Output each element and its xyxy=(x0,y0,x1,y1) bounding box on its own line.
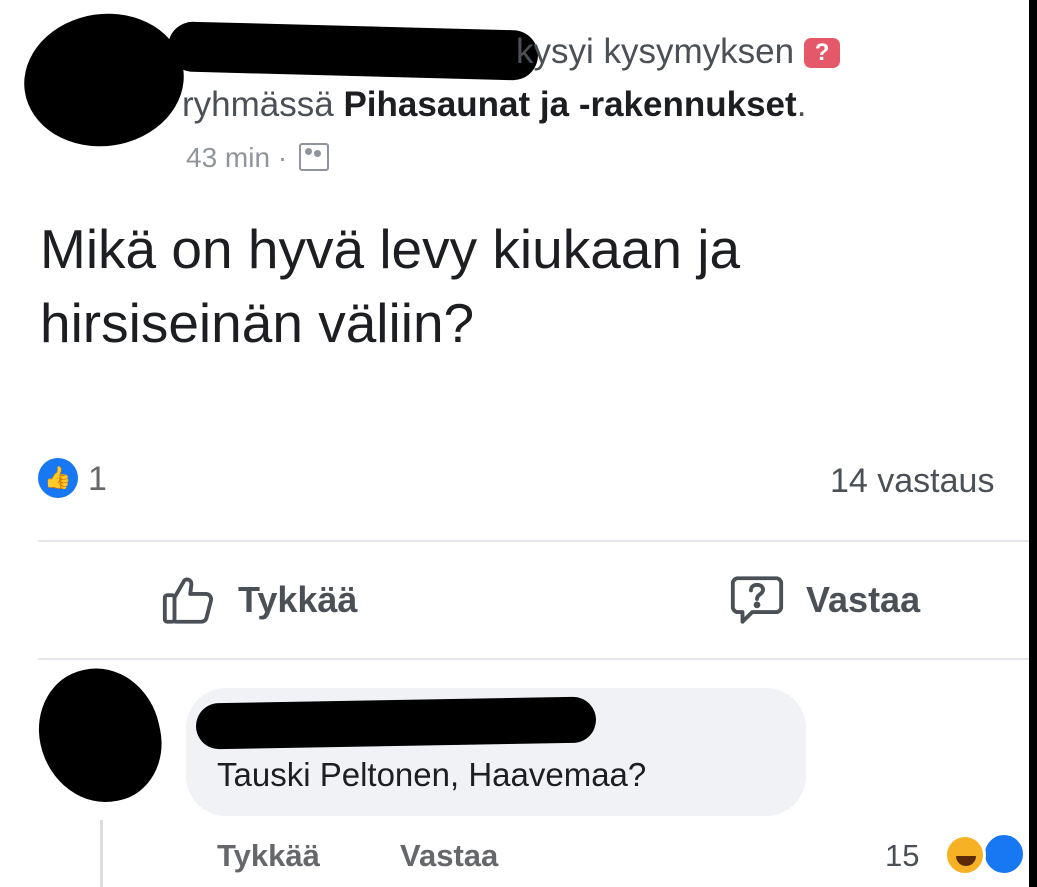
haha-icon[interactable] xyxy=(944,834,986,876)
thread-line xyxy=(100,820,103,887)
post-timestamp[interactable]: 43 min xyxy=(186,142,270,173)
group-prefix: ryhmässä xyxy=(182,85,334,124)
like-button[interactable]: Tykkää xyxy=(160,570,357,630)
like-count[interactable]: 1 xyxy=(88,460,107,499)
redacted-commenter-name xyxy=(195,696,597,750)
asked-question-text: kysyi kysymyksen xyxy=(516,32,795,71)
meta-separator: · xyxy=(277,142,288,173)
like-button-label: Tykkää xyxy=(238,579,358,620)
post-meta: 43 min · xyxy=(186,142,329,174)
comment-text: Tauski Peltonen, Haavemaa? xyxy=(217,756,647,793)
like-icon[interactable] xyxy=(982,832,1026,876)
question-post-card: kysyi kysymyksen? ryhmässä Pihasaunat ja… xyxy=(0,0,1029,887)
post-header-action: kysyi kysymyksen? xyxy=(516,32,841,72)
comment-like-button[interactable]: Tykkää xyxy=(217,838,320,874)
redacted-author-name xyxy=(167,21,539,81)
group-suffix: . xyxy=(796,85,807,124)
answer-button[interactable]: Vastaa xyxy=(728,570,920,630)
answer-button-label: Vastaa xyxy=(806,579,921,620)
answers-count[interactable]: 14 vastaus xyxy=(830,462,994,501)
comment-reply-button[interactable]: Vastaa xyxy=(400,838,498,874)
divider xyxy=(38,540,1029,542)
group-icon xyxy=(298,143,329,171)
thumbs-up-icon xyxy=(162,577,213,624)
redacted-commenter-avatar xyxy=(27,657,173,814)
like-reaction-icon[interactable]: 👍 xyxy=(38,458,78,498)
divider xyxy=(38,658,1029,660)
reaction-count[interactable]: 15 xyxy=(885,838,919,874)
question-bubble-icon xyxy=(730,576,784,624)
redacted-avatar xyxy=(15,3,193,157)
question-badge-icon: ? xyxy=(804,38,841,68)
group-link[interactable]: Pihasaunat ja -rakennukset xyxy=(343,85,796,124)
question-text: Mikä on hyvä levy kiukaan ja hirsiseinän… xyxy=(40,218,741,354)
post-header-group: ryhmässä Pihasaunat ja -rakennukset. xyxy=(182,85,806,125)
